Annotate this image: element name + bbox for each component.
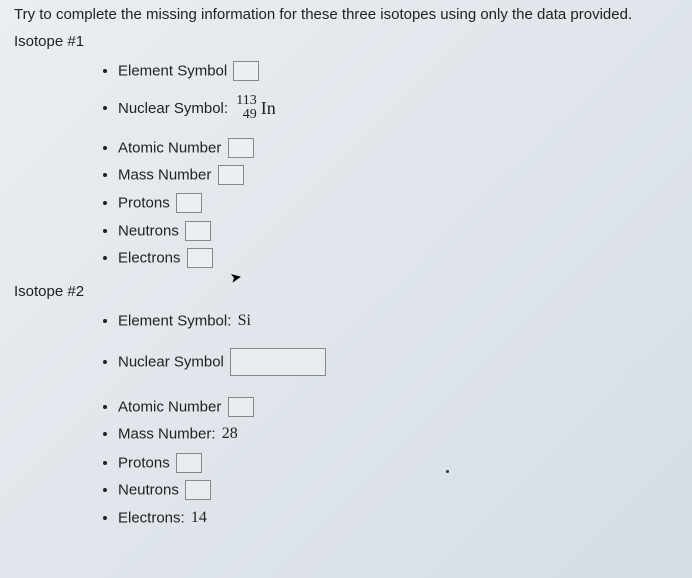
neutrons-input[interactable]	[185, 221, 211, 241]
electrons-label: Electrons:	[118, 509, 185, 526]
protons-label: Protons	[118, 454, 170, 471]
isotope-2-list: Element Symbol: Si Nuclear Symbol Atomic…	[118, 310, 678, 530]
atomic-number-label: Atomic Number	[118, 398, 221, 415]
mass-number-input[interactable]	[218, 165, 244, 185]
list-item: Protons	[118, 452, 678, 474]
electrons-input[interactable]	[187, 248, 213, 268]
atomic-number-subscript: 49	[243, 108, 257, 123]
protons-label: Protons	[118, 195, 170, 212]
neutrons-label: Neutrons	[118, 482, 179, 499]
element-symbol-value: Si	[238, 312, 251, 329]
element-abbrev: In	[261, 96, 276, 121]
isotope-1-heading: Isotope #1	[14, 33, 678, 50]
list-item: Mass Number	[118, 164, 678, 186]
electrons-label: Electrons	[118, 250, 181, 267]
list-item: Electrons	[118, 247, 678, 269]
list-item: Mass Number: 28	[118, 423, 678, 445]
protons-input[interactable]	[176, 453, 202, 473]
list-item: Nuclear Symbol: 113 49 In	[118, 94, 678, 123]
element-symbol-label: Element Symbol:	[118, 312, 231, 329]
mass-number-label: Mass Number:	[118, 426, 216, 443]
list-item: Atomic Number	[118, 396, 678, 418]
mass-number-value: 28	[222, 425, 238, 442]
protons-input[interactable]	[176, 193, 202, 213]
isotope-2-heading: Isotope #2	[14, 283, 678, 300]
list-item: Atomic Number	[118, 137, 678, 159]
neutrons-label: Neutrons	[118, 222, 179, 239]
list-item: Neutrons	[118, 220, 678, 242]
atomic-number-input[interactable]	[228, 138, 254, 158]
mass-number-superscript: 113	[236, 94, 256, 109]
list-item: Electrons: 14	[118, 507, 678, 529]
nuclear-symbol-label: Nuclear Symbol	[118, 353, 224, 370]
atomic-number-label: Atomic Number	[118, 139, 221, 156]
element-symbol-input[interactable]	[233, 61, 259, 81]
neutrons-input[interactable]	[185, 480, 211, 500]
nuclear-symbol-value: 113 49 In	[236, 94, 275, 123]
mass-number-label: Mass Number	[118, 167, 211, 184]
element-symbol-label: Element Symbol	[118, 63, 227, 80]
instruction-text: Try to complete the missing information …	[14, 6, 678, 23]
electrons-value: 14	[191, 509, 207, 526]
list-item: Protons	[118, 192, 678, 214]
list-item: Element Symbol: Si	[118, 310, 678, 332]
list-item: Nuclear Symbol	[118, 348, 678, 376]
nuclear-symbol-input[interactable]	[230, 348, 326, 376]
list-item: Element Symbol	[118, 60, 678, 82]
list-item: Neutrons	[118, 479, 678, 501]
atomic-number-input[interactable]	[228, 397, 254, 417]
isotope-1-list: Element Symbol Nuclear Symbol: 113 49 In…	[118, 60, 678, 269]
nuclear-symbol-label: Nuclear Symbol:	[118, 100, 228, 117]
